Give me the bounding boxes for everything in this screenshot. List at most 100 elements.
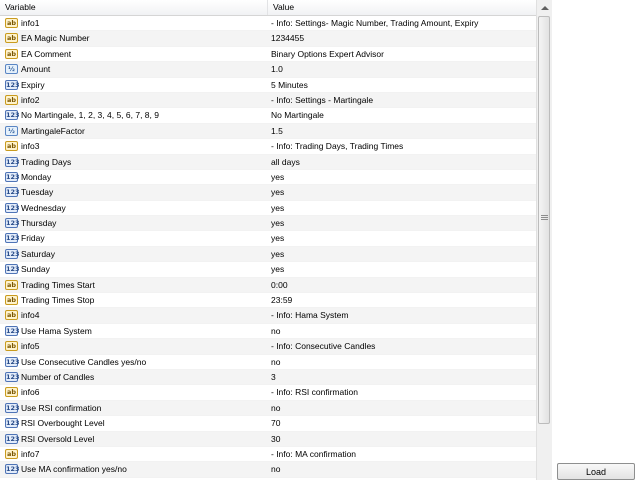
integer-type-icon: 123 [5, 248, 20, 259]
value-cell[interactable]: 3 [271, 370, 533, 384]
value-cell[interactable]: no [271, 462, 533, 476]
variable-cell[interactable]: ab info4 [0, 308, 268, 322]
parameter-row[interactable]: 123 Use Hama System no [0, 324, 536, 340]
parameter-row[interactable]: ab info5- Info: Consecutive Candles [0, 339, 536, 355]
variable-cell[interactable]: 123 Trading Days [0, 155, 268, 169]
parameter-row[interactable]: ab info4- Info: Hama System [0, 308, 536, 324]
variable-name: Trading Days [21, 156, 72, 167]
variable-cell[interactable]: ab EA Magic Number [0, 31, 268, 45]
value-cell[interactable]: no [271, 355, 533, 369]
variable-cell[interactable]: ab EA Comment [0, 47, 268, 61]
variable-cell[interactable]: 123 RSI Overbought Level [0, 416, 268, 430]
value-cell[interactable]: - Info: Hama System [271, 308, 533, 322]
parameter-row[interactable]: 123 Sunday yes [0, 262, 536, 278]
value-cell[interactable]: 1.0 [271, 62, 533, 76]
value-cell[interactable]: 1234455 [271, 31, 533, 45]
value-cell[interactable]: 70 [271, 416, 533, 430]
vertical-scrollbar[interactable] [536, 0, 552, 480]
parameter-row[interactable]: 123 Monday yes [0, 170, 536, 186]
parameter-row[interactable]: 123 Use RSI confirmation no [0, 400, 536, 417]
variable-cell[interactable]: ab Trading Times Stop [0, 293, 268, 307]
column-header-value[interactable]: Value [268, 0, 536, 15]
variable-cell[interactable]: 123 Wednesday [0, 201, 268, 215]
value-cell[interactable]: 0:00 [271, 278, 533, 292]
variable-cell[interactable]: ab info5 [0, 339, 268, 353]
variable-name: Friday [21, 233, 45, 244]
parameter-row[interactable]: 123 Trading Days all days [0, 154, 536, 170]
value-cell[interactable]: - Info: RSI confirmation [271, 385, 533, 399]
value-cell[interactable]: yes [271, 185, 533, 199]
value-cell[interactable]: - Info: Settings- Magic Number, Trading … [271, 16, 533, 30]
variable-cell[interactable]: 123 Friday [0, 231, 268, 245]
parameter-row[interactable]: 123 Number of Candles 3 [0, 369, 536, 386]
value-cell[interactable]: no [271, 324, 533, 338]
value-cell[interactable]: 23:59 [271, 293, 533, 307]
value-cell[interactable]: yes [271, 231, 533, 245]
parameter-row[interactable]: ab info1- Info: Settings- Magic Number, T… [0, 16, 536, 32]
parameter-row[interactable]: ab info3- Info: Trading Days, Trading Tim… [0, 139, 536, 155]
variable-cell[interactable]: 123 Use Consecutive Candles yes/no [0, 355, 268, 369]
variable-cell[interactable]: ab Trading Times Start [0, 278, 268, 292]
value-cell[interactable]: all days [271, 155, 533, 169]
variable-cell[interactable]: ½ Amount [0, 62, 268, 76]
value-cell[interactable]: yes [271, 170, 533, 184]
parameter-row[interactable]: 123 Use MA confirmation yes/no no [0, 462, 536, 478]
parameter-row[interactable]: ab EA Comment Binary Options Expert Adviso… [0, 47, 536, 63]
value-cell[interactable]: Binary Options Expert Advisor [271, 47, 533, 61]
variable-cell[interactable]: 123 Use Hama System [0, 324, 268, 338]
parameter-row[interactable]: 123 Thursday yes [0, 216, 536, 232]
integer-type-icon: 123 [5, 433, 20, 444]
parameter-row[interactable]: ½ MartingaleFactor 1.5 [0, 123, 536, 140]
value-cell[interactable]: - Info: Settings - Martingale [271, 93, 533, 107]
variable-cell[interactable]: ½ MartingaleFactor [0, 124, 268, 138]
parameter-row[interactable]: ab EA Magic Number 1234455 [0, 31, 536, 47]
value-cell[interactable]: - Info: Consecutive Candles [271, 339, 533, 353]
parameter-row[interactable]: ab Trading Times Stop 23:59 [0, 293, 536, 309]
value-cell[interactable]: yes [271, 247, 533, 261]
variable-cell[interactable]: ab info6 [0, 385, 268, 399]
parameter-row[interactable]: 123 No Martingale, 1, 2, 3, 4, 5, 6, 7, 8… [0, 108, 536, 124]
variable-cell[interactable]: 123 No Martingale, 1, 2, 3, 4, 5, 6, 7, 8… [0, 108, 268, 122]
value-cell[interactable]: 5 Minutes [271, 78, 533, 92]
value-cell[interactable]: 30 [271, 432, 533, 446]
parameter-row[interactable]: ½ Amount 1.0 [0, 62, 536, 78]
variable-cell[interactable]: 123 Use RSI confirmation [0, 401, 268, 415]
value-cell[interactable]: yes [271, 216, 533, 230]
parameter-row[interactable]: 123 Expiry 5 Minutes [0, 78, 536, 93]
value-cell[interactable]: no [271, 401, 533, 415]
parameter-row[interactable]: ab Trading Times Start 0:00 [0, 277, 536, 294]
value-cell[interactable]: No Martingale [271, 108, 533, 122]
parameter-row[interactable]: 123 RSI Overbought Level 70 [0, 416, 536, 432]
variable-cell[interactable]: ab info7 [0, 447, 268, 461]
scroll-up-button[interactable] [537, 0, 552, 16]
scrollbar-thumb[interactable] [538, 16, 550, 424]
variable-cell[interactable]: 123 Tuesday [0, 185, 268, 199]
parameter-row[interactable]: 123 RSI Oversold Level 30 [0, 431, 536, 447]
column-header-variable[interactable]: Variable [0, 0, 268, 15]
variable-cell[interactable]: 123 Sunday [0, 262, 268, 276]
parameter-row[interactable]: ab info2- Info: Settings - Martingale [0, 92, 536, 109]
load-button[interactable]: Load [557, 463, 635, 480]
variable-cell[interactable]: 123 Expiry [0, 78, 268, 92]
variable-cell[interactable]: ab info3 [0, 139, 268, 153]
value-cell[interactable]: - Info: Trading Days, Trading Times [271, 139, 533, 153]
variable-cell[interactable]: ab info1 [0, 16, 268, 30]
variable-cell[interactable]: 123 Thursday [0, 216, 268, 230]
parameter-row[interactable]: ab info7- Info: MA confirmation [0, 447, 536, 463]
parameter-row[interactable]: 123 Wednesday yes [0, 201, 536, 217]
value-cell[interactable]: 1.5 [271, 124, 533, 138]
value-cell[interactable]: yes [271, 201, 533, 215]
parameter-row[interactable]: ab info6- Info: RSI confirmation [0, 385, 536, 401]
parameter-row[interactable]: 123 Use Consecutive Candles yes/no no [0, 355, 536, 370]
variable-cell[interactable]: ab info2 [0, 93, 268, 107]
parameter-row[interactable]: 123 Friday yes [0, 231, 536, 247]
value-cell[interactable]: - Info: MA confirmation [271, 447, 533, 461]
variable-cell[interactable]: 123 Saturday [0, 247, 268, 261]
variable-cell[interactable]: 123 Monday [0, 170, 268, 184]
value-cell[interactable]: yes [271, 262, 533, 276]
variable-cell[interactable]: 123 Number of Candles [0, 370, 268, 384]
variable-cell[interactable]: 123 RSI Oversold Level [0, 432, 268, 446]
variable-cell[interactable]: 123 Use MA confirmation yes/no [0, 462, 268, 476]
parameter-row[interactable]: 123 Saturday yes [0, 246, 536, 263]
parameter-row[interactable]: 123 Tuesday yes [0, 185, 536, 201]
